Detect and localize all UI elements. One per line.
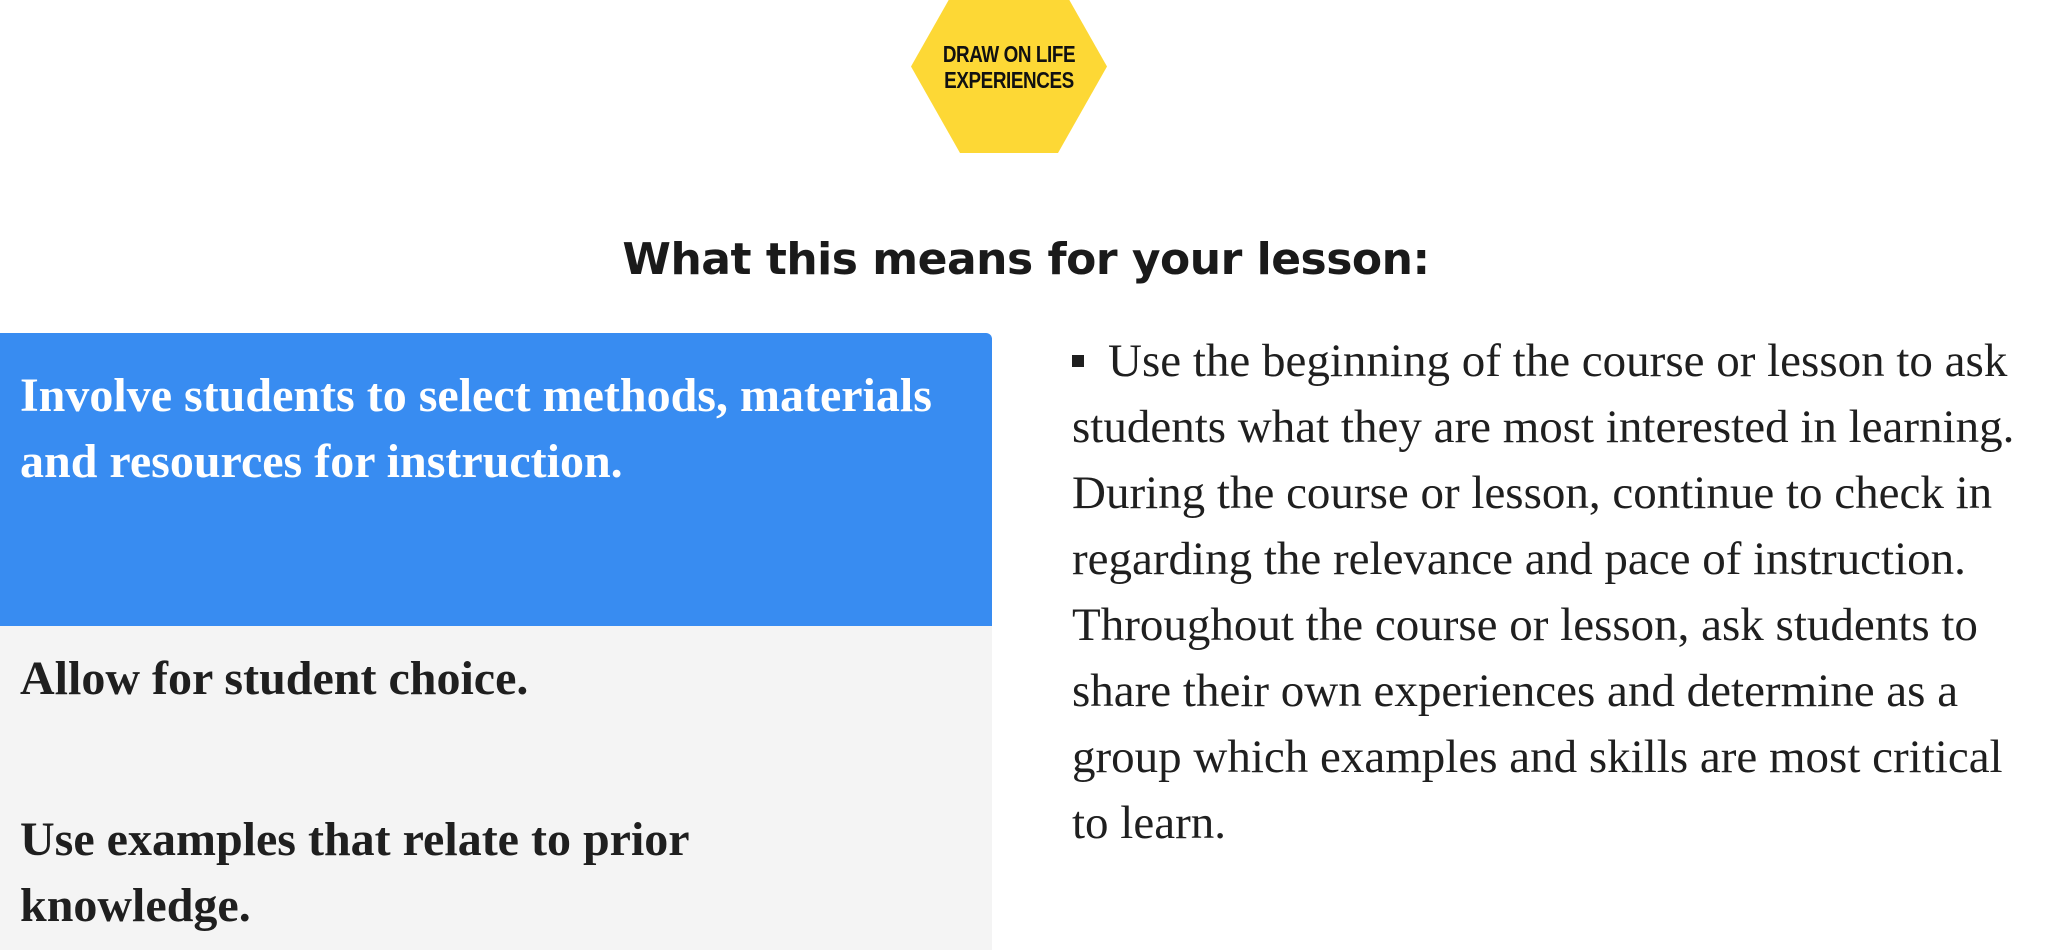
tab-allow-student-choice[interactable]: Allow for student choice. bbox=[20, 646, 920, 712]
section-heading: What this means for your lesson: bbox=[622, 234, 1430, 285]
tab-content-panel: Use the beginning of the course or lesso… bbox=[1072, 328, 2042, 856]
inactive-tabs-panel: Allow for student choice. Use examples t… bbox=[0, 626, 992, 950]
badge-label: DRAW ON LIFE EXPERIENCES bbox=[929, 41, 1090, 93]
bullet-icon bbox=[1072, 355, 1084, 368]
tab-label: Involve students to select methods, mate… bbox=[20, 369, 932, 488]
tab-use-examples[interactable]: Use examples that relate to prior knowle… bbox=[20, 807, 920, 939]
tab-label: Allow for student choice. bbox=[20, 652, 529, 705]
badge-line-2: EXPERIENCES bbox=[944, 67, 1074, 93]
badge-draw-on-life-experiences: DRAW ON LIFE EXPERIENCES bbox=[911, 0, 1107, 153]
tab-label: Use examples that relate to prior knowle… bbox=[20, 813, 689, 932]
tab-list: Involve students to select methods, mate… bbox=[0, 333, 992, 950]
tab-involve-students[interactable]: Involve students to select methods, mate… bbox=[0, 333, 992, 626]
badge-line-1: DRAW ON LIFE bbox=[942, 41, 1076, 67]
content-text: Use the beginning of the course or lesso… bbox=[1072, 335, 2015, 849]
